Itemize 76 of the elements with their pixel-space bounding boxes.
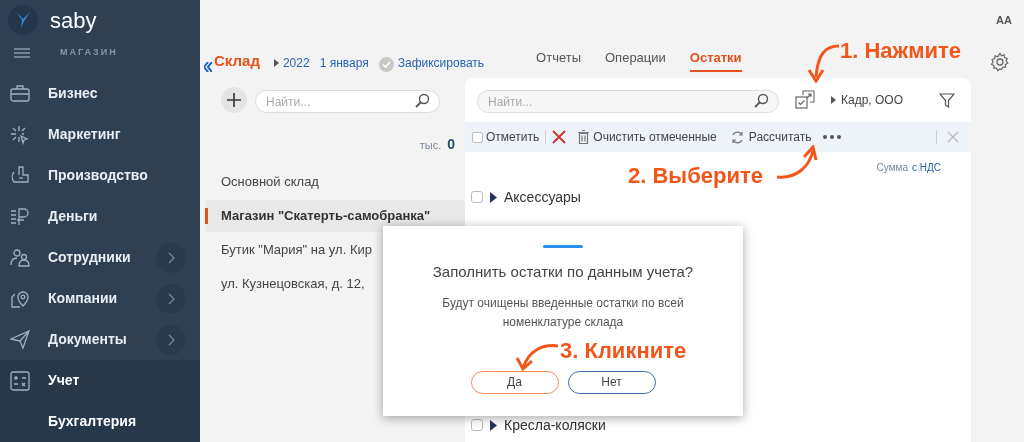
- add-button[interactable]: [221, 87, 247, 113]
- delete-icon[interactable]: [552, 130, 567, 144]
- search-icon: [415, 92, 430, 108]
- calculate-action[interactable]: Рассчитать: [748, 128, 812, 146]
- sidebar-item[interactable]: Учет: [0, 360, 200, 401]
- sidebar-item[interactable]: Сотрудники: [0, 237, 200, 278]
- checkbox[interactable]: [471, 419, 483, 431]
- group-row[interactable]: Кресла-коляски: [504, 414, 606, 436]
- vat-mode-link[interactable]: с НДС: [912, 160, 941, 175]
- filter-icon[interactable]: [939, 92, 955, 108]
- checkbox[interactable]: [471, 191, 483, 203]
- settings-icon[interactable]: [990, 52, 1010, 72]
- back-icon[interactable]: [204, 62, 212, 72]
- total-value: 0: [447, 135, 455, 154]
- arrow: [515, 342, 559, 372]
- dialog-message: Будут очищены введенные остатки по всей номенклатуре склада: [441, 294, 685, 331]
- factory-icon: [10, 165, 30, 186]
- search-field[interactable]: Найти...: [477, 90, 779, 113]
- page-title: Склад: [214, 50, 260, 71]
- sidebar-item[interactable]: Деньги: [0, 196, 200, 237]
- clear-marked-action[interactable]: Очистить отмеченные: [593, 128, 717, 146]
- dialog-button[interactable]: Нет: [567, 370, 656, 394]
- date-link[interactable]: 1 января: [319, 54, 369, 72]
- expand-icon[interactable]: [490, 191, 497, 203]
- calculator-icon: [10, 370, 30, 391]
- dialog-title: Заполнить остатки по данным учета?: [432, 262, 694, 282]
- caret-icon: [273, 59, 279, 67]
- year-link[interactable]: 2022: [282, 54, 310, 72]
- search-icon: [754, 92, 769, 108]
- section-label: МАГАЗИН: [60, 46, 118, 60]
- warehouse-item[interactable]: Основной склад: [205, 166, 465, 198]
- plus-icon: [227, 93, 241, 107]
- sidebar-item[interactable]: Документы: [0, 319, 200, 360]
- search-field[interactable]: Найти...: [255, 90, 440, 113]
- sidebar-item[interactable]: Маркетинг: [0, 114, 200, 155]
- sidebar-item[interactable]: Бухгалтерия: [0, 401, 200, 442]
- checkbox[interactable]: [472, 131, 483, 143]
- annotation-text: 1. Нажмите: [840, 37, 961, 65]
- annotation-text: 2. Выберите: [628, 162, 763, 190]
- ruble-icon: [10, 206, 30, 227]
- fix-link[interactable]: Зафиксировать: [397, 54, 485, 72]
- sidebar-item[interactable]: Компании: [0, 278, 200, 319]
- menu-icon[interactable]: [14, 47, 30, 58]
- caret-icon: [831, 96, 836, 104]
- chevron-right-icon: [167, 333, 175, 346]
- arrow: [806, 43, 840, 83]
- warehouse-item[interactable]: Магазин "Скатерть-самобранка": [205, 200, 465, 232]
- dialog-accent-bar: [543, 245, 583, 248]
- trash-icon: [578, 130, 590, 144]
- tab[interactable]: Отчеты: [536, 47, 581, 72]
- plane-icon: [10, 329, 30, 350]
- organization-selector[interactable]: Кадр, ООО: [841, 91, 903, 109]
- arrow: [776, 145, 818, 181]
- sidebar-item[interactable]: Производство: [0, 155, 200, 196]
- sum-label: Сумма: [876, 161, 908, 175]
- briefcase-icon: [10, 83, 30, 104]
- chevron-right-icon: [167, 292, 175, 305]
- mark-action[interactable]: Отметить: [486, 128, 540, 146]
- logo-text: saby: [50, 6, 97, 35]
- sparkle-icon: [10, 124, 30, 145]
- more-icon[interactable]: [823, 135, 842, 139]
- font-size-toggle[interactable]: AA: [996, 12, 1012, 29]
- refresh-icon: [730, 130, 744, 144]
- check-circle-icon: [378, 57, 394, 72]
- fill-remains-icon[interactable]: [795, 90, 815, 110]
- expand-icon[interactable]: [490, 419, 497, 431]
- group-row[interactable]: Аксессуары: [504, 186, 581, 208]
- logo-icon: [8, 5, 38, 36]
- sidebar-item[interactable]: Бизнес: [0, 73, 200, 114]
- annotation-text: 3. Кликните: [560, 337, 687, 365]
- unit-label: тыс.: [419, 138, 442, 153]
- chevron-right-icon: [167, 251, 175, 264]
- tab[interactable]: Операции: [605, 47, 666, 72]
- pin-icon: [10, 288, 30, 309]
- dialog-button[interactable]: Да: [470, 370, 559, 394]
- people-icon: [10, 247, 30, 268]
